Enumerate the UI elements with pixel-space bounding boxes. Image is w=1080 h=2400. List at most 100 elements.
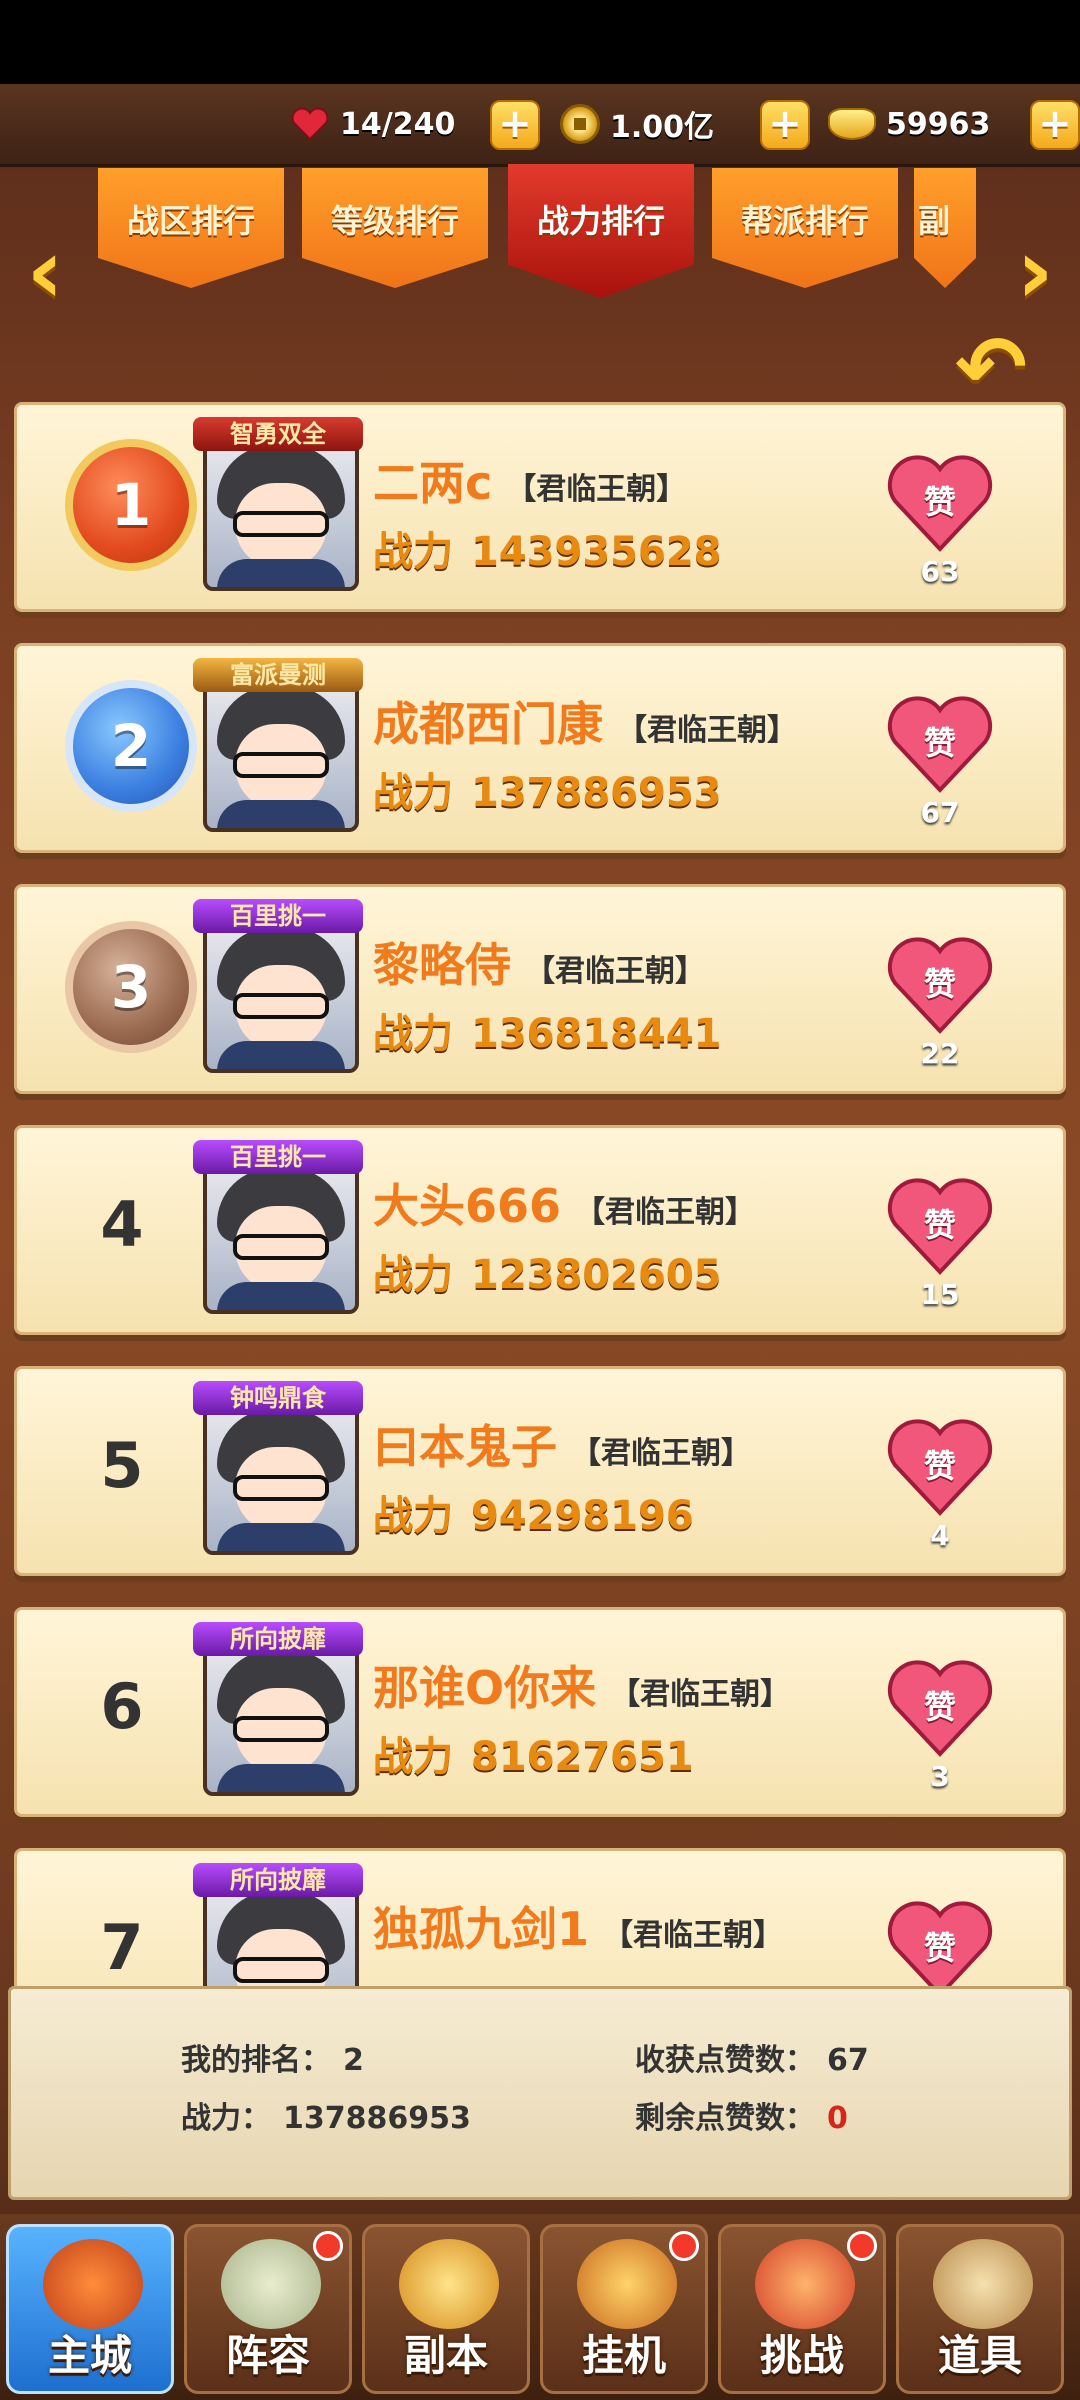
like-label: 赞 bbox=[923, 724, 956, 762]
coin-counter: 1.00亿 bbox=[560, 98, 714, 150]
like-count: 3 bbox=[930, 1760, 950, 1793]
remaining-likes-value: 0 bbox=[827, 2101, 848, 2136]
add-stamina-button[interactable]: + bbox=[490, 100, 540, 150]
like-label: 赞 bbox=[923, 1688, 956, 1726]
stamina-counter: 14/240 bbox=[290, 98, 455, 150]
add-coins-button[interactable]: + bbox=[760, 100, 810, 150]
tab-dungeon-ranking[interactable]: 副 bbox=[914, 168, 976, 288]
nav-main-city[interactable]: 主城 bbox=[6, 2224, 174, 2394]
avatar-body bbox=[217, 1282, 345, 1310]
player-name: 成都西门康 bbox=[373, 697, 603, 751]
ranking-row[interactable]: 1 智勇双全 二两c 【君临王朝】 战力 143935628 赞 63 bbox=[14, 402, 1066, 612]
player-avatar[interactable] bbox=[203, 435, 359, 591]
player-guild: 【君临王朝】 bbox=[617, 713, 797, 748]
power-label: 战力 bbox=[373, 1252, 453, 1298]
tab-power-ranking[interactable]: 战力排行 bbox=[508, 164, 694, 298]
player-title-badge: 所向披靡 bbox=[193, 1863, 363, 1897]
remaining-likes: 剩余点赞数： 0 bbox=[635, 2093, 848, 2137]
like-count: 63 bbox=[920, 555, 960, 588]
like-button[interactable]: 赞 bbox=[885, 1660, 995, 1760]
avatar-glasses bbox=[233, 1957, 329, 1983]
player-power: 战力 137886953 bbox=[373, 760, 722, 818]
player-avatar[interactable] bbox=[203, 676, 359, 832]
nav-label: 阵容 bbox=[225, 2331, 310, 2380]
like-count: 22 bbox=[920, 1037, 960, 1070]
avatar-body bbox=[217, 1041, 345, 1069]
like-count: 67 bbox=[920, 796, 960, 829]
player-avatar[interactable] bbox=[203, 1640, 359, 1796]
avatar-glasses bbox=[233, 1234, 329, 1260]
notification-dot bbox=[313, 2231, 343, 2261]
player-avatar[interactable] bbox=[203, 917, 359, 1073]
ranking-row[interactable]: 2 富派曼测 成都西门康 【君临王朝】 战力 137886953 赞 67 bbox=[14, 643, 1066, 853]
player-name: 大头666 bbox=[373, 1179, 562, 1233]
tab-guild-ranking[interactable]: 帮派排行 bbox=[712, 168, 898, 288]
avatar-glasses bbox=[233, 1716, 329, 1742]
treasure-bag-icon bbox=[577, 2239, 677, 2329]
player-name: 曰本鬼子 bbox=[373, 1420, 557, 1474]
like-button[interactable]: 赞 bbox=[885, 455, 995, 555]
tab-zone-ranking[interactable]: 战区排行 bbox=[98, 168, 284, 288]
ingot-value: 59963 bbox=[886, 106, 991, 142]
player-guild: 【君临王朝】 bbox=[506, 472, 687, 507]
player-title-badge: 钟鸣鼎食 bbox=[193, 1381, 363, 1415]
received-likes-label: 收获点赞数： bbox=[635, 2043, 815, 2078]
power-label: 战力 bbox=[373, 1011, 453, 1057]
nav-label: 主城 bbox=[47, 2331, 132, 2380]
player-name: 独孤九剑1 bbox=[373, 1902, 590, 1956]
wu-emblem-icon bbox=[221, 2239, 321, 2329]
coin-icon bbox=[560, 104, 600, 144]
add-ingots-button[interactable]: + bbox=[1030, 100, 1080, 150]
like-label: 赞 bbox=[923, 1929, 956, 1967]
ranking-row[interactable]: 4 百里挑一 大头666 【君临王朝】 战力 123802605 赞 15 bbox=[14, 1125, 1066, 1335]
ingot-counter: 59963 bbox=[828, 98, 990, 150]
rank-number: 6 bbox=[100, 1670, 144, 1743]
avatar-body bbox=[217, 1764, 345, 1792]
nav-lineup[interactable]: 阵容 bbox=[184, 2224, 352, 2394]
player-power: 战力 136818441 bbox=[373, 1001, 722, 1059]
player-power: 战力 123802605 bbox=[373, 1242, 722, 1300]
like-button[interactable]: 赞 bbox=[885, 696, 995, 796]
nav-dungeon[interactable]: 副本 bbox=[362, 2224, 530, 2394]
power-value: 81627651 bbox=[471, 1734, 694, 1780]
back-icon[interactable]: ↶ bbox=[936, 324, 1046, 412]
nav-challenge[interactable]: 挑战 bbox=[718, 2224, 886, 2394]
tabs-right-arrow-icon[interactable]: › bbox=[1002, 224, 1068, 320]
player-name: 那谁O你来 bbox=[373, 1661, 597, 1715]
player-guild: 【君临王朝】 bbox=[603, 1918, 784, 1953]
player-name-line: 独孤九剑1 【君临王朝】 bbox=[373, 1893, 783, 1959]
avatar-body bbox=[217, 559, 345, 587]
player-avatar[interactable] bbox=[203, 1158, 359, 1314]
player-name-line: 二两c 【君临王朝】 bbox=[373, 447, 686, 513]
avatar-glasses bbox=[233, 1475, 329, 1501]
my-power-value: 137886953 bbox=[283, 2101, 471, 2136]
player-name-line: 黎略侍 【君临王朝】 bbox=[373, 929, 705, 995]
tab-level-ranking[interactable]: 等级排行 bbox=[302, 168, 488, 288]
bottom-nav: 主城 阵容 副本 挂机 挑战 道具 bbox=[0, 2214, 1080, 2400]
power-value: 94298196 bbox=[471, 1493, 694, 1539]
received-likes: 收获点赞数： 67 bbox=[635, 2035, 869, 2079]
rank-medal-icon: 3 bbox=[65, 921, 197, 1053]
player-name-line: 成都西门康 【君临王朝】 bbox=[373, 688, 797, 754]
like-button[interactable]: 赞 bbox=[885, 937, 995, 1037]
player-avatar[interactable] bbox=[203, 1399, 359, 1555]
like-button[interactable]: 赞 bbox=[885, 1178, 995, 1278]
player-title-badge: 智勇双全 bbox=[193, 417, 363, 451]
power-value: 136818441 bbox=[471, 1011, 722, 1057]
power-label: 战力 bbox=[373, 1734, 453, 1780]
like-label: 赞 bbox=[923, 1206, 956, 1244]
nav-idle[interactable]: 挂机 bbox=[540, 2224, 708, 2394]
ranking-row[interactable]: 3 百里挑一 黎略侍 【君临王朝】 战力 136818441 赞 22 bbox=[14, 884, 1066, 1094]
power-label: 战力 bbox=[373, 529, 453, 575]
tabs-left-arrow-icon[interactable]: ‹ bbox=[12, 224, 78, 320]
remaining-likes-label: 剩余点赞数： bbox=[635, 2101, 815, 2136]
ranking-row[interactable]: 5 钟鸣鼎食 曰本鬼子 【君临王朝】 战力 94298196 赞 4 bbox=[14, 1366, 1066, 1576]
rank-number: 5 bbox=[100, 1429, 144, 1502]
versus-icon bbox=[755, 2239, 855, 2329]
nav-items[interactable]: 道具 bbox=[896, 2224, 1064, 2394]
like-count: 15 bbox=[920, 1278, 960, 1311]
ranking-row[interactable]: 6 所向披靡 那谁O你来 【君临王朝】 战力 81627651 赞 3 bbox=[14, 1607, 1066, 1817]
my-rank: 我的排名： 2 bbox=[181, 2035, 364, 2079]
like-button[interactable]: 赞 bbox=[885, 1419, 995, 1519]
gold-ingot-icon bbox=[828, 108, 876, 140]
